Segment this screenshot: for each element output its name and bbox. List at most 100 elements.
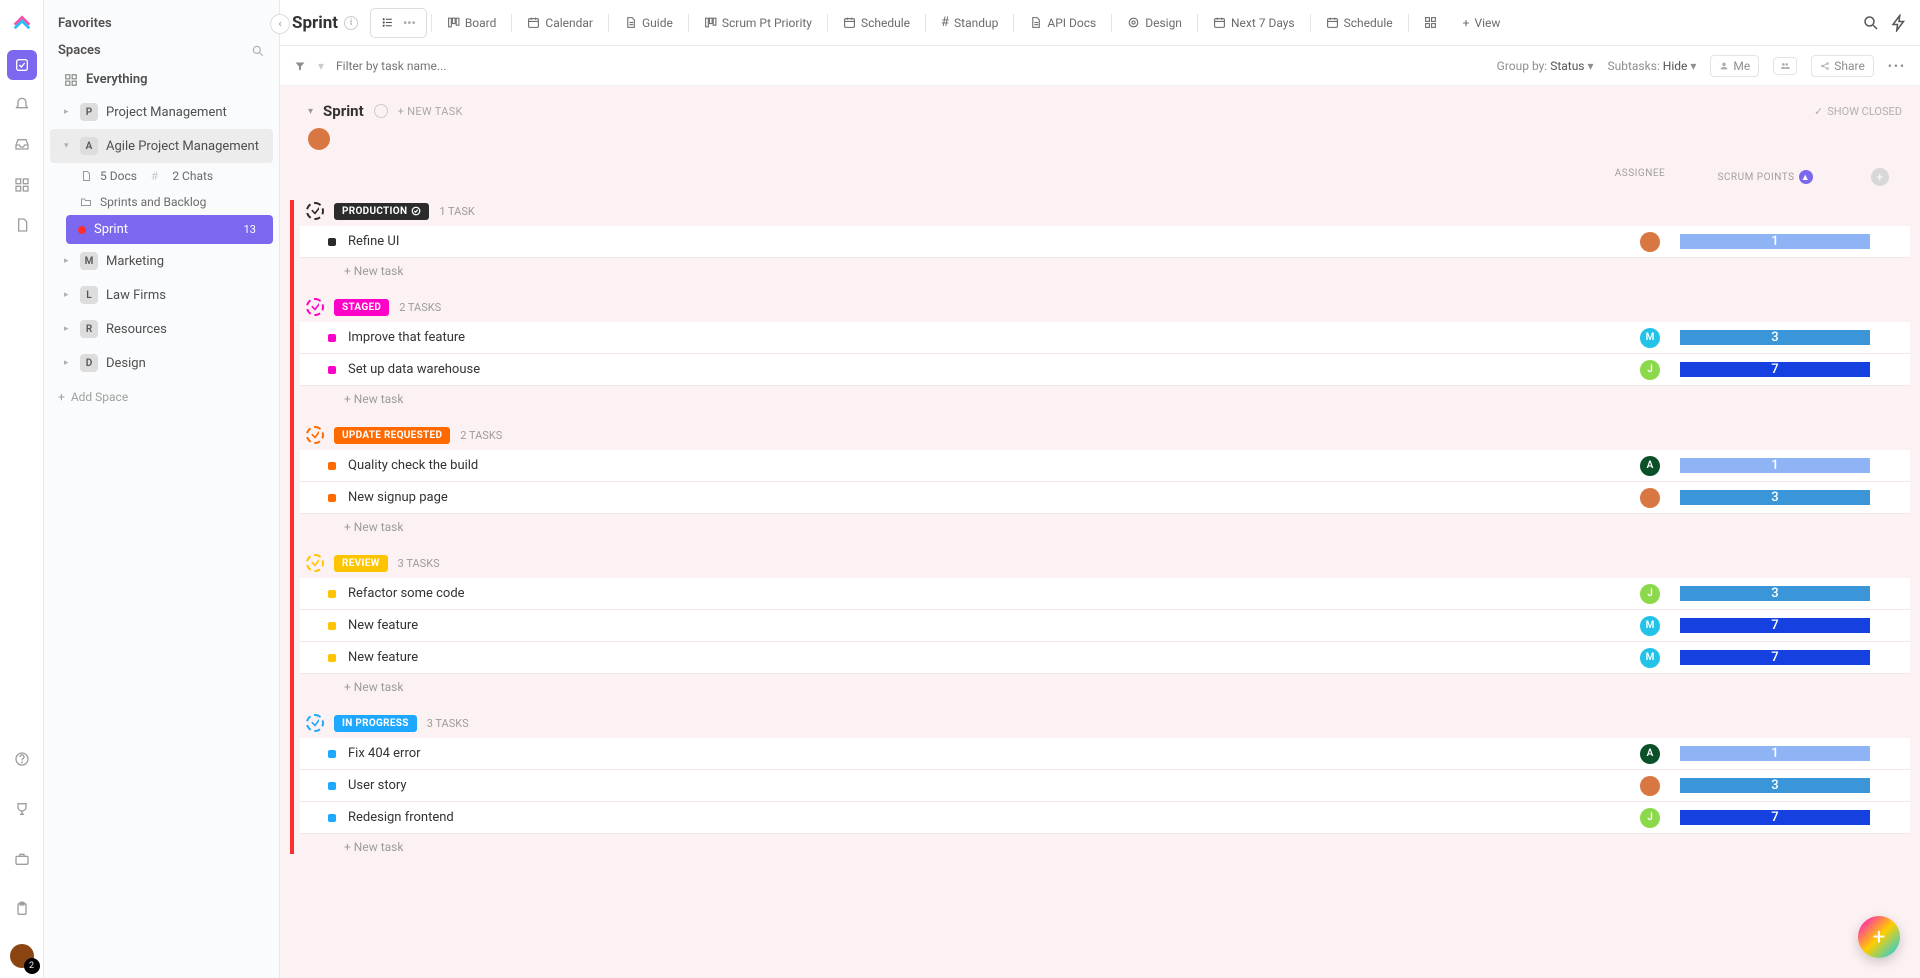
assignee-avatar[interactable]: M <box>1640 648 1660 668</box>
assignee-avatar[interactable]: J <box>1640 360 1660 380</box>
space-item[interactable]: ▸ M Marketing <box>50 244 273 278</box>
task-row[interactable]: New feature M 7 <box>300 642 1910 674</box>
space-item[interactable]: ▸ L Law Firms <box>50 278 273 312</box>
add-task-button[interactable]: + New task <box>300 386 1910 406</box>
task-name[interactable]: Quality check the build <box>348 458 1620 473</box>
add-space-button[interactable]: + Add Space <box>44 380 279 414</box>
share-button[interactable]: Share <box>1811 55 1874 77</box>
collapse-sidebar-button[interactable]: ‹ <box>270 14 290 34</box>
task-name[interactable]: Refactor some code <box>348 586 1620 601</box>
space-item[interactable]: ▾ A Agile Project Management <box>50 129 273 163</box>
task-row[interactable]: Set up data warehouse J 7 <box>300 354 1910 386</box>
view-tab[interactable]: Scrum Pt Priority <box>693 8 823 38</box>
home-icon[interactable] <box>7 50 37 80</box>
create-fab[interactable]: + <box>1858 916 1900 958</box>
add-column-button[interactable]: + <box>1871 168 1889 186</box>
status-group-header[interactable]: PRODUCTION 1 TASK <box>300 200 1910 226</box>
help-icon[interactable] <box>7 744 37 774</box>
add-task-button[interactable]: + New task <box>300 258 1910 278</box>
search-icon[interactable] <box>1862 14 1880 32</box>
task-name[interactable]: New feature <box>348 618 1620 633</box>
info-icon[interactable] <box>374 104 388 118</box>
scrum-points-cell[interactable]: 3 <box>1680 586 1870 601</box>
points-header[interactable]: SCRUM POINTS▲ <box>1670 168 1860 186</box>
scrum-points-cell[interactable]: 7 <box>1680 362 1870 377</box>
collapse-icon[interactable]: ▾ <box>308 106 313 117</box>
task-row[interactable]: Fix 404 error A 1 <box>300 738 1910 770</box>
view-tab[interactable]: Calendar <box>516 8 604 38</box>
assignee-avatar[interactable]: M <box>1640 616 1660 636</box>
add-view-button[interactable]: +View <box>1452 8 1512 38</box>
task-row[interactable]: Redesign frontend J 7 <box>300 802 1910 834</box>
info-icon[interactable]: i <box>344 16 358 30</box>
scrum-points-cell[interactable]: 3 <box>1680 778 1870 793</box>
task-row[interactable]: Quality check the build A 1 <box>300 450 1910 482</box>
assignee-avatar[interactable] <box>1640 232 1660 252</box>
clipboard-icon[interactable] <box>7 894 37 924</box>
space-item[interactable]: ▸ D Design <box>50 346 273 380</box>
space-item[interactable]: ▸ P Project Management <box>50 95 273 129</box>
view-tab[interactable]: Schedule <box>1315 8 1404 38</box>
more-icon[interactable]: ••• <box>403 16 416 30</box>
show-closed-button[interactable]: ✓ SHOW CLOSED <box>1814 105 1902 118</box>
assignee-header[interactable]: ASSIGNEE <box>1610 168 1670 186</box>
scrum-points-cell[interactable]: 7 <box>1680 618 1870 633</box>
avatar[interactable] <box>308 128 330 150</box>
favorites-header[interactable]: Favorites <box>44 10 279 37</box>
bell-icon[interactable] <box>7 90 37 120</box>
doc-icon[interactable] <box>7 210 37 240</box>
task-name[interactable]: Fix 404 error <box>348 746 1620 761</box>
briefcase-icon[interactable] <box>7 844 37 874</box>
assignee-avatar[interactable]: A <box>1640 744 1660 764</box>
assignee-avatar[interactable]: A <box>1640 456 1660 476</box>
view-tab[interactable]: Schedule <box>832 8 921 38</box>
status-group-header[interactable]: STAGED 2 TASKS <box>300 296 1910 322</box>
trophy-icon[interactable] <box>7 794 37 824</box>
view-tab[interactable]: Guide <box>613 8 684 38</box>
add-task-button[interactable]: + New task <box>300 514 1910 534</box>
task-row[interactable]: New feature M 7 <box>300 610 1910 642</box>
task-row[interactable]: Refactor some code J 3 <box>300 578 1910 610</box>
docs-item[interactable]: 5 Docs#2 Chats <box>66 163 279 189</box>
folder-item[interactable]: Sprints and Backlog <box>66 189 279 215</box>
task-name[interactable]: User story <box>348 778 1620 793</box>
scrum-points-cell[interactable]: 7 <box>1680 650 1870 665</box>
filter-icon[interactable] <box>294 60 306 72</box>
view-tab[interactable]: Next 7 Days <box>1202 8 1306 38</box>
task-name[interactable]: Improve that feature <box>348 330 1620 345</box>
sort-icon[interactable]: ▲ <box>1799 170 1813 184</box>
task-name[interactable]: New signup page <box>348 490 1620 505</box>
assignee-avatar[interactable] <box>1640 776 1660 796</box>
task-row[interactable]: User story 3 <box>300 770 1910 802</box>
scrum-points-cell[interactable]: 1 <box>1680 746 1870 761</box>
assignee-avatar[interactable]: J <box>1640 808 1660 828</box>
task-name[interactable]: Refine UI <box>348 234 1620 249</box>
task-name[interactable]: Set up data warehouse <box>348 362 1620 377</box>
scrum-points-cell[interactable]: 3 <box>1680 490 1870 505</box>
space-item[interactable]: ▸ R Resources <box>50 312 273 346</box>
everything-item[interactable]: Everything <box>50 64 273 95</box>
scrum-points-cell[interactable]: 7 <box>1680 810 1870 825</box>
assignee-avatar[interactable]: M <box>1640 328 1660 348</box>
subtasks-control[interactable]: Subtasks: Hide ▾ <box>1608 59 1697 73</box>
search-icon[interactable] <box>251 44 265 58</box>
user-avatar[interactable]: 2 <box>10 944 34 968</box>
view-tab[interactable]: #Standup <box>930 8 1009 38</box>
status-group-header[interactable]: IN PROGRESS 3 TASKS <box>300 712 1910 738</box>
view-tab[interactable]: Board <box>436 8 508 38</box>
new-task-button[interactable]: + NEW TASK <box>398 105 463 118</box>
task-row[interactable]: Improve that feature M 3 <box>300 322 1910 354</box>
me-filter[interactable]: Me <box>1710 55 1759 77</box>
add-task-button[interactable]: + New task <box>300 674 1910 694</box>
list-item-sprint[interactable]: Sprint 13 <box>66 215 273 244</box>
scrum-points-cell[interactable]: 3 <box>1680 330 1870 345</box>
assignee-avatar[interactable] <box>1640 488 1660 508</box>
scrum-points-cell[interactable]: 1 <box>1680 458 1870 473</box>
add-task-button[interactable]: + New task <box>300 834 1910 854</box>
grid-view-icon[interactable] <box>1413 8 1448 38</box>
task-row[interactable]: Refine UI 1 <box>300 226 1910 258</box>
apps-icon[interactable] <box>7 170 37 200</box>
inbox-icon[interactable] <box>7 130 37 160</box>
status-group-header[interactable]: REVIEW 3 TASKS <box>300 552 1910 578</box>
view-tab[interactable]: Design <box>1116 8 1193 38</box>
